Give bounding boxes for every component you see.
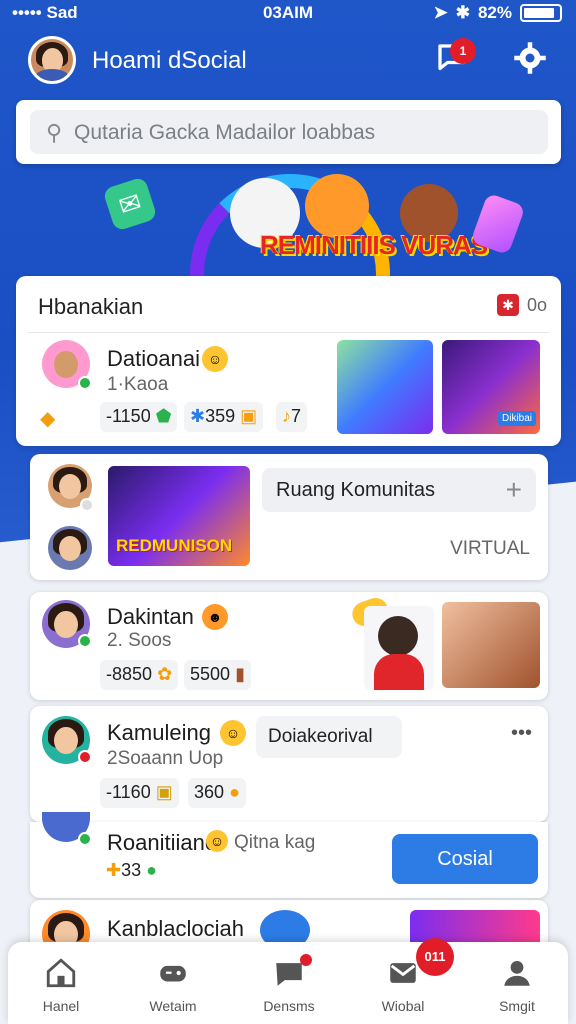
post-thumbnail-2[interactable]: Dikibai (442, 340, 540, 434)
profile-icon (504, 960, 530, 986)
search-placeholder: Qutaria Gacka Madailor loabbas (74, 121, 376, 144)
nav-label: Hanel (42, 998, 80, 1014)
post-author[interactable]: Roanitiianc (107, 830, 216, 856)
app-header: Hoami dSocial 1 (0, 36, 576, 88)
community-card[interactable]: REDMUNISON Ruang Komunitas + VIRTUAL (30, 454, 548, 580)
stat-coins: -1160 ▣ (100, 778, 179, 808)
nav-games[interactable]: Wetaim (128, 948, 218, 1018)
post-author[interactable]: Dakintan (107, 604, 194, 630)
online-indicator (78, 832, 92, 846)
nav-label: Wetaim (149, 998, 197, 1014)
post-meta: 1·Kaoa (107, 374, 169, 395)
post-card[interactable]: Datioanai ☺ 1·Kaoa ◆ -1150 ⬟ ✱359 ▣ ♪7 D… (30, 334, 546, 442)
nav-profile[interactable]: Smgit (472, 948, 562, 1018)
member-avatar-2[interactable] (48, 526, 92, 570)
user-avatar[interactable] (28, 36, 76, 84)
nav-home[interactable]: Hanel (16, 948, 106, 1018)
plus-icon[interactable]: + (506, 474, 522, 506)
section-action[interactable]: ✱ 0o (496, 294, 547, 316)
community-room-button[interactable]: Ruang Komunitas + (262, 468, 536, 512)
nav-label: Smgit (499, 998, 535, 1014)
nav-chat[interactable]: Densms (244, 948, 334, 1018)
tag-button[interactable]: Doiakeorival (256, 716, 402, 758)
social-button[interactable]: Cosial (392, 834, 538, 884)
banner-title: REMINITIIIS VURAS (260, 230, 488, 260)
more-options-icon[interactable]: ••• (511, 722, 532, 745)
stat-coins: -8850 ✿ (100, 660, 179, 690)
divider (28, 332, 549, 333)
smile-emoji-icon: ☺ (220, 720, 246, 746)
search-container: ⚲ Qutaria Gacka Madailor loabbas (16, 100, 561, 164)
post-meta: 2. Soos (107, 630, 172, 651)
post-author[interactable]: Kanblaclociah (107, 916, 244, 942)
smile-emoji-icon: ☺ (202, 346, 228, 372)
battery-icon (520, 4, 562, 22)
nav-badge: 011 (416, 938, 454, 976)
post-card[interactable]: Kamuleing ☺ 2Soaann Uop Doiakeorival •••… (30, 706, 548, 822)
emoji-icon: ☻ (202, 604, 228, 630)
post-author[interactable]: Kamuleing (107, 720, 211, 746)
community-banner[interactable]: REDMUNISON (108, 466, 250, 566)
post-meta: 2Soaann Uop (107, 748, 224, 769)
stat-gems: ✱359 ▣ (184, 402, 264, 432)
post-thumbnail[interactable] (337, 340, 433, 434)
bluetooth-icon: ✱ (455, 3, 470, 22)
status-indicator (78, 750, 92, 764)
nav-label: Densms (263, 998, 315, 1014)
battery-percent: 82% (477, 3, 512, 22)
post-photo[interactable] (364, 606, 434, 690)
fox-character (305, 174, 369, 238)
location-icon: ➤ (433, 3, 448, 22)
post-author[interactable]: Datioanai (107, 346, 200, 372)
section-title: Hbanakian (38, 294, 144, 319)
home-icon (46, 958, 76, 988)
envelope-icon: ✉ (102, 176, 158, 232)
online-indicator (78, 634, 92, 648)
nav-mail[interactable]: Wiobal 011 (358, 938, 454, 1018)
nav-dot-badge (300, 954, 312, 966)
live-icon: ✱ (496, 294, 519, 316)
stat-coins: ✚33 ● (106, 860, 158, 880)
gear-icon (514, 42, 546, 74)
bottom-navigation: Hanel Wetaim Densms Wiobal 011 Smgit (8, 938, 568, 1024)
notification-badge: 1 (450, 38, 476, 64)
puzzle-icon: ◆ (40, 408, 56, 430)
stat-coins: -1150 ⬟ (100, 402, 178, 432)
status-indicator (80, 498, 94, 512)
search-input[interactable]: ⚲ Qutaria Gacka Madailor loabbas (30, 110, 548, 154)
stat-gems: 360 ● (188, 778, 246, 808)
status-bar: ••••• Sad 03AIM ➤ ✱ 82% (0, 0, 576, 26)
settings-button[interactable] (510, 40, 550, 80)
stat-gems: 5500 ▮ (184, 660, 251, 690)
promo-banner[interactable]: ✉ REMINITIIIS VURAS (100, 168, 526, 374)
online-indicator (78, 376, 92, 390)
mail-icon (390, 963, 416, 983)
gamepad-icon (160, 965, 186, 982)
stat-likes: ♪7 (276, 402, 308, 432)
post-card[interactable]: Roanitiianc ☺ Qitna kag ✚33 ● Cosial (30, 812, 548, 898)
post-photo-2[interactable] (442, 602, 540, 688)
nav-label: Wiobal (381, 998, 425, 1014)
post-card[interactable]: Dakintan ☻ 2. Soos -8850 ✿ 5500 ▮ (30, 592, 548, 700)
emoji-icon: ☺ (206, 830, 228, 852)
virtual-tag: VIRTUAL (450, 538, 530, 559)
search-icon: ⚲ (46, 120, 63, 145)
app-title: Hoami dSocial (92, 47, 247, 74)
post-meta: Qitna kag (234, 832, 316, 853)
